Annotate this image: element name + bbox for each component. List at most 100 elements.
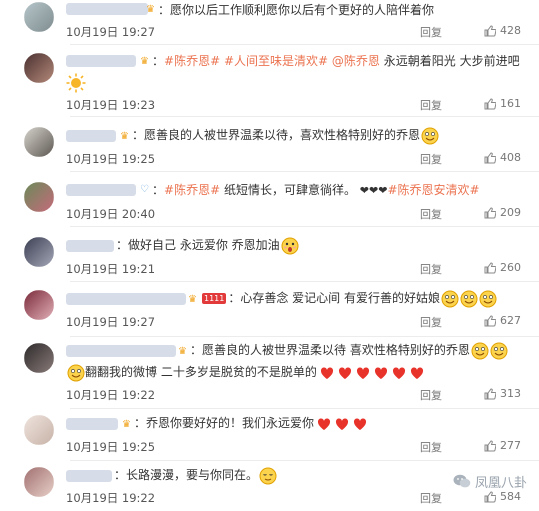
reply-button[interactable]: 回复 — [420, 24, 442, 40]
comment-text-body: ：乔恩你要好好的！我们永远爱你 — [134, 416, 315, 430]
comment-text-body: 纸短情长，可肆意徜徉。 — [220, 183, 356, 197]
username[interactable] — [66, 293, 186, 305]
timestamp: 10月19日 19:23 — [66, 98, 156, 112]
heart-emoji-icon — [356, 366, 369, 379]
reply-button[interactable]: 回复 — [420, 151, 442, 167]
member-badge-icon: ♛ — [140, 56, 149, 67]
comment-item: ♛ ：愿善良的人被世界温柔以待 喜欢性格特别好的乔恩 翻翻我的微博 二十多岁是脱… — [0, 337, 539, 409]
heart-emoji-icon — [335, 417, 349, 430]
comment-text-body: ：做好自己 永远爱你 乔恩加油 — [116, 238, 280, 252]
avatar[interactable] — [24, 343, 54, 373]
comment-item: ♛ ：愿善良的人被世界温柔以待，喜欢性格特别好的乔恩 10月19日 19:25 … — [0, 117, 539, 172]
mention-link[interactable]: @陈乔恩 — [332, 54, 380, 68]
avatar[interactable] — [24, 127, 54, 157]
avatar[interactable] — [24, 53, 54, 83]
comment-text-body: ：愿善良的人被世界温柔以待，喜欢性格特别好的乔恩 — [132, 128, 421, 142]
grin-emoji-icon — [441, 290, 459, 307]
username[interactable] — [66, 470, 112, 482]
grin-emoji-icon — [460, 290, 478, 307]
reply-button[interactable]: 回复 — [420, 439, 442, 455]
comment-text-body: ：愿善良的人被世界温柔以待 喜欢性格特别好的乔恩 — [190, 343, 470, 357]
topic-link[interactable]: #陈乔恩# — [164, 183, 220, 197]
avatar[interactable] — [24, 182, 54, 212]
comment-item: ♡ ：#陈乔恩# 纸短情长，可肆意徜徉。 ❤❤❤#陈乔恩安清欢# 10月19日 … — [0, 172, 539, 227]
grin-emoji-icon — [479, 290, 497, 307]
grin-emoji-icon — [490, 342, 508, 359]
avatar[interactable] — [24, 415, 54, 445]
timestamp: 10月19日 19:25 — [66, 152, 156, 166]
username[interactable] — [66, 345, 176, 357]
avatar[interactable] — [24, 467, 54, 497]
like-count: 313 — [500, 387, 521, 400]
comment-text: ：乔恩你要好好的！我们永远爱你 — [134, 413, 527, 433]
like-count: 627 — [500, 314, 521, 327]
timestamp: 10月19日 19:25 — [66, 440, 156, 454]
thumbs-up-icon — [484, 261, 496, 273]
thumbs-up-icon — [484, 24, 496, 36]
avatar[interactable] — [24, 237, 54, 267]
like-button[interactable]: 313 — [484, 387, 521, 400]
thumbs-up-icon — [484, 439, 496, 451]
timestamp: 10月19日 20:40 — [66, 207, 156, 221]
reply-button[interactable]: 回复 — [420, 97, 442, 113]
reply-button[interactable]: 回复 — [420, 490, 442, 506]
avatar[interactable] — [24, 2, 54, 32]
reply-button[interactable]: 回复 — [420, 314, 442, 330]
like-button[interactable]: 209 — [484, 206, 521, 219]
heart-emoji-icon — [320, 366, 333, 379]
heart-emoji-icon — [374, 366, 387, 379]
heart-emoji-icon — [410, 366, 423, 379]
like-button[interactable]: 428 — [484, 24, 521, 37]
grin-emoji-icon — [471, 342, 489, 359]
username[interactable] — [66, 240, 114, 252]
comment-text: ：#陈乔恩# #人间至味是清欢# @陈乔恩 永远朝着阳光 大步前进吧 — [152, 54, 520, 68]
reply-button[interactable]: 回复 — [420, 261, 442, 277]
timestamp: 10月19日 19:27 — [66, 25, 156, 39]
comment-item: ：做好自己 永远爱你 乔恩加油 10月19日 19:21 回复 260 — [0, 227, 539, 282]
comment-text: 1111 ：心存善念 爱记心间 有爱行善的好姑娘 — [200, 288, 527, 308]
watermark: 凤凰八卦 — [453, 472, 527, 491]
reply-button[interactable]: 回复 — [420, 387, 442, 403]
comment-text-body: ：心存善念 爱记心间 有爱行善的好姑娘 — [228, 291, 440, 305]
like-button[interactable]: 277 — [484, 439, 521, 452]
like-count: 209 — [500, 206, 521, 219]
like-button[interactable]: 627 — [484, 314, 521, 327]
heart-emoji-icon — [338, 366, 351, 379]
like-count: 277 — [500, 439, 521, 452]
topic-link[interactable]: #陈乔恩# — [164, 54, 220, 68]
username[interactable] — [66, 418, 118, 430]
grin-emoji-icon — [421, 127, 439, 144]
comment-text-body: ：长路漫漫，要与你同在。 — [114, 468, 259, 482]
username[interactable] — [66, 130, 116, 142]
like-count: 260 — [500, 261, 521, 274]
like-button[interactable]: 260 — [484, 261, 521, 274]
username[interactable] — [66, 184, 136, 196]
topic-link[interactable]: #陈乔恩安清欢# — [387, 183, 479, 197]
member-badge-icon: ♛ — [188, 294, 197, 305]
like-count: 408 — [500, 151, 521, 164]
like-count: 584 — [500, 490, 521, 503]
like-button[interactable]: 408 — [484, 151, 521, 164]
level-badge: 1111 — [202, 293, 227, 304]
relieved-emoji-icon — [259, 467, 277, 484]
comment-item: ♛ ：乔恩你要好好的！我们永远爱你 10月19日 19:25 回复 277 — [0, 409, 539, 461]
wechat-icon — [453, 474, 471, 488]
username[interactable] — [66, 3, 148, 15]
username[interactable] — [66, 55, 136, 67]
reply-button[interactable]: 回复 — [420, 206, 442, 222]
timestamp: 10月19日 19:21 — [66, 262, 156, 276]
thumbs-up-icon — [484, 314, 496, 326]
timestamp: 10月19日 19:22 — [66, 491, 156, 505]
thumbs-up-icon — [484, 151, 496, 163]
comment-item: ♛ ：愿你以后工作顺利愿你以后有个更好的人陪伴着你 10月19日 19:27 回… — [0, 0, 539, 45]
topic-link[interactable]: #人间至味是清欢# — [224, 54, 328, 68]
comment-item: ♛ ：#陈乔恩# #人间至味是清欢# @陈乔恩 永远朝着阳光 大步前进吧 10月… — [0, 45, 539, 117]
comment-text: ：愿善良的人被世界温柔以待，喜欢性格特别好的乔恩 — [132, 125, 527, 145]
member-badge-icon: ♛ — [120, 131, 129, 142]
surprised-emoji-icon — [281, 237, 299, 254]
hearts-emoji-icon: ❤❤❤ — [359, 184, 388, 197]
like-button[interactable]: 161 — [484, 97, 521, 110]
like-button[interactable]: 584 — [484, 490, 521, 503]
avatar[interactable] — [24, 290, 54, 320]
heart-emoji-icon — [392, 366, 405, 379]
